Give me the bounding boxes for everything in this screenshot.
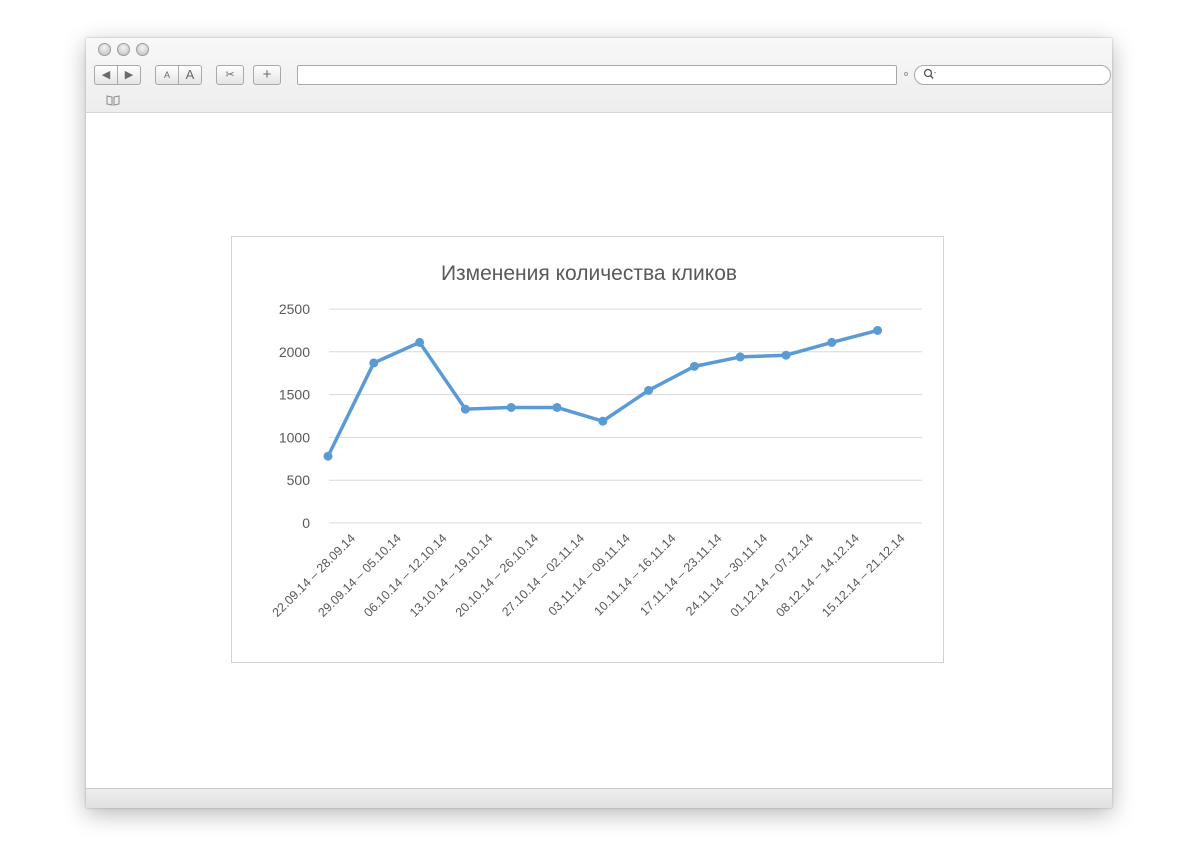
data-point xyxy=(369,358,379,368)
data-point xyxy=(506,402,516,412)
x-tick-label: 03.11.14 – 09.11.14 xyxy=(546,531,633,618)
line-chart: Изменения количества кликов 0 500 1000 1500… xyxy=(270,262,922,620)
x-tick-label: 01.12.14 – 07.12.14 xyxy=(728,531,817,620)
y-tick-label: 1000 xyxy=(279,429,310,445)
scissors-icon: ✂ xyxy=(225,69,235,81)
clip-button[interactable]: ✂ xyxy=(216,65,244,85)
data-point xyxy=(598,416,608,426)
x-tick-label: 06.10.14 – 12.10.14 xyxy=(361,531,450,620)
x-tick-label: 08.12.14 – 14.12.14 xyxy=(773,531,862,620)
back-icon: ◀ xyxy=(101,69,111,81)
y-tick-label: 0 xyxy=(302,515,310,531)
zoom-window-button[interactable] xyxy=(136,43,149,56)
data-point xyxy=(552,402,562,412)
x-tick-label: 29.09.14 – 05.10.14 xyxy=(315,531,404,620)
data-point xyxy=(415,337,425,347)
data-point xyxy=(644,385,654,395)
minimize-window-button[interactable] xyxy=(117,43,130,56)
y-tick-label: 2500 xyxy=(279,301,310,317)
data-point xyxy=(735,352,745,362)
search-input[interactable] xyxy=(914,65,1111,85)
plus-icon: + xyxy=(262,66,272,83)
title-bar: ◀ ▶ A A ✂ + xyxy=(86,38,1112,113)
data-point xyxy=(873,325,883,335)
x-tick-label: 22.09.14 – 28.09.14 xyxy=(270,531,359,620)
back-button[interactable]: ◀ xyxy=(94,65,118,85)
chart-frame: Изменения количества кликов 0 500 1000 1500… xyxy=(231,236,944,663)
status-bar xyxy=(86,788,1112,808)
text-smaller-icon: A xyxy=(163,70,170,80)
new-tab-button[interactable]: + xyxy=(253,65,281,85)
data-point xyxy=(460,404,470,414)
reload-icon[interactable] xyxy=(904,72,908,76)
toolbar: ◀ ▶ A A ✂ + xyxy=(94,65,1111,87)
forward-icon: ▶ xyxy=(124,69,134,81)
window-controls xyxy=(98,43,149,56)
x-tick-label: 15.12.14 – 21.12.14 xyxy=(819,531,908,620)
x-tick-label: 17.11.14 – 23.11.14 xyxy=(637,531,724,618)
text-bigger-button[interactable]: A xyxy=(178,65,202,85)
x-tick-label: 24.11.14 – 30.11.14 xyxy=(683,531,770,618)
y-tick-label: 500 xyxy=(287,472,311,488)
data-point xyxy=(689,361,699,371)
chart-title: Изменения количества кликов xyxy=(441,262,737,285)
search-icon xyxy=(923,68,937,83)
close-window-button[interactable] xyxy=(98,43,111,56)
x-tick-label: 13.10.14 – 19.10.14 xyxy=(407,531,496,620)
text-smaller-button[interactable]: A xyxy=(155,65,179,85)
x-tick-label: 20.10.14 – 26.10.14 xyxy=(453,531,542,620)
data-point xyxy=(781,350,791,360)
text-bigger-icon: A xyxy=(185,67,195,82)
y-tick-label: 2000 xyxy=(279,344,310,360)
y-tick-label: 1500 xyxy=(279,387,310,403)
data-point xyxy=(323,451,333,461)
x-tick-label: 10.11.14 – 16.11.14 xyxy=(591,531,678,618)
forward-button[interactable]: ▶ xyxy=(117,65,141,85)
x-tick-label: 27.10.14 – 02.11.14 xyxy=(499,531,587,619)
book-icon[interactable] xyxy=(106,95,120,109)
address-bar[interactable] xyxy=(297,65,897,85)
data-point xyxy=(827,337,837,347)
